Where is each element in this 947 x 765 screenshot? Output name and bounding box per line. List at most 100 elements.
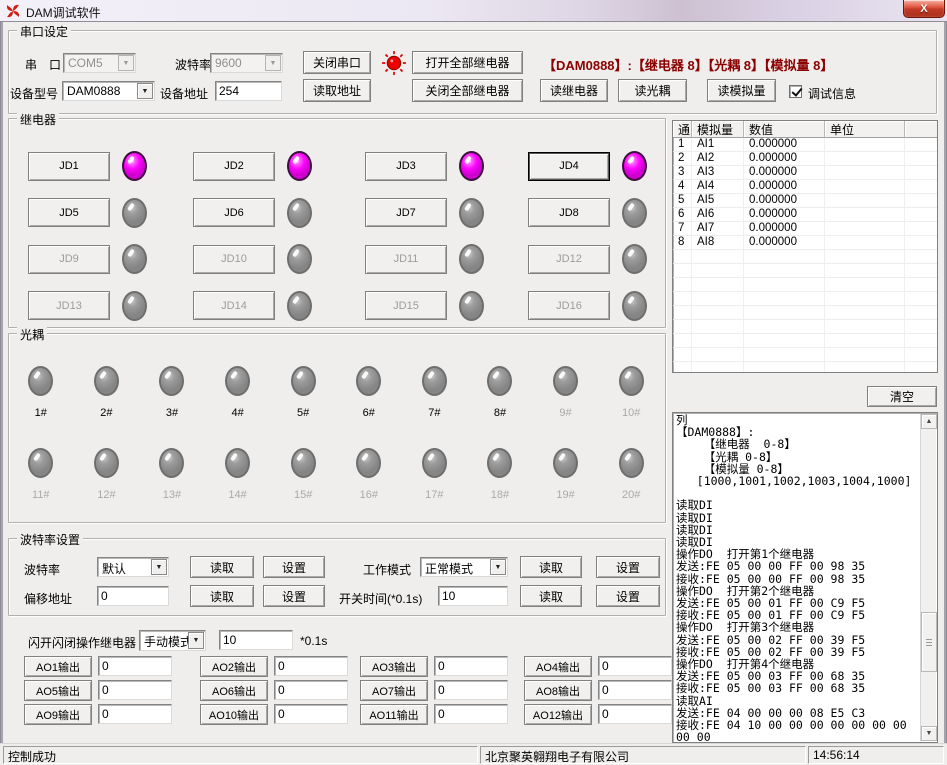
open-all-relays-button[interactable]: 打开全部继电器	[412, 51, 523, 74]
table-row[interactable]: 8AI80.000000	[673, 236, 937, 250]
address-input[interactable]	[215, 81, 282, 101]
table-row[interactable]: 1AI10.000000	[673, 138, 937, 152]
relay-button-jd7[interactable]: JD7	[365, 198, 447, 227]
offset-set-button[interactable]: 设置	[263, 585, 325, 607]
ao-value-input-11[interactable]	[434, 704, 508, 724]
relay-button-jd11[interactable]: JD11	[365, 245, 447, 274]
ao-output-button-1[interactable]: AO1输出	[24, 656, 92, 677]
relay-button-jd13[interactable]: JD13	[28, 291, 110, 320]
ao-value-input-8[interactable]	[598, 680, 672, 700]
relay-button-jd2[interactable]: JD2	[193, 152, 275, 181]
relay-button-jd4[interactable]: JD4	[528, 152, 610, 181]
relay-button-jd8[interactable]: JD8	[528, 198, 610, 227]
scroll-down-button[interactable]: ▼	[921, 726, 937, 741]
debug-checkbox[interactable]	[789, 85, 802, 98]
ao-value-input-9[interactable]	[98, 704, 172, 724]
table-row[interactable]: 7AI70.000000	[673, 222, 937, 236]
table-row[interactable]	[673, 306, 937, 320]
analog-column-header-2[interactable]: 模拟量	[692, 121, 744, 138]
switch-time-input[interactable]	[438, 586, 508, 606]
relay-button-jd1[interactable]: JD1	[28, 152, 110, 181]
ao-output-button-2[interactable]: AO2输出	[200, 656, 268, 677]
title-bar[interactable]: DAM调试软件 X	[0, 0, 947, 22]
ao-output-button-11[interactable]: AO11输出	[360, 704, 428, 725]
ao-output-button-10[interactable]: AO10输出	[200, 704, 268, 725]
table-row[interactable]: 2AI20.000000	[673, 152, 937, 166]
flash-time-input[interactable]	[219, 630, 293, 650]
log-box[interactable]: 列 【DAM0888】: 【继电器 0-8】 【光耦 0-8】 【模拟量 0-8…	[672, 412, 938, 743]
flash-mode-select[interactable]: 手动模式 ▼	[139, 630, 206, 651]
workmode-set-button[interactable]: 设置	[596, 556, 660, 578]
analog-column-header-5[interactable]	[905, 121, 937, 138]
ao-output-button-12[interactable]: AO12输出	[524, 704, 592, 725]
workmode-read-button[interactable]: 读取	[520, 556, 582, 578]
table-row[interactable]: 6AI60.000000	[673, 208, 937, 222]
opto-channel-label: 18#	[491, 489, 509, 501]
relay-button-jd9[interactable]: JD9	[28, 245, 110, 274]
table-row[interactable]	[673, 348, 937, 362]
table-row[interactable]	[673, 264, 937, 278]
ao-output-button-8[interactable]: AO8输出	[524, 680, 592, 701]
ao-value-input-7[interactable]	[434, 680, 508, 700]
ao-value-input-10[interactable]	[274, 704, 348, 724]
close-serial-button[interactable]: 关闭串口	[303, 51, 371, 74]
analog-column-header-1[interactable]: 通	[673, 121, 692, 138]
relay-button-jd14[interactable]: JD14	[193, 291, 275, 320]
table-row[interactable]	[673, 320, 937, 334]
ao-output-button-4[interactable]: AO4输出	[524, 656, 592, 677]
ao-output-button-3[interactable]: AO3输出	[360, 656, 428, 677]
read-relays-button[interactable]: 读继电器	[540, 79, 608, 102]
analog-column-header-3[interactable]: 数值	[744, 121, 825, 138]
baud-set-button[interactable]: 设置	[263, 556, 325, 578]
scroll-up-button[interactable]: ▲	[921, 414, 937, 429]
table-row[interactable]: 5AI50.000000	[673, 194, 937, 208]
relay-button-jd16[interactable]: JD16	[528, 291, 610, 320]
relay-button-jd12[interactable]: JD12	[528, 245, 610, 274]
table-row[interactable]	[673, 250, 937, 264]
ao-output-button-5[interactable]: AO5输出	[24, 680, 92, 701]
read-analog-button[interactable]: 读模拟量	[707, 79, 776, 102]
ao-cell-7: AO7输出	[360, 680, 524, 704]
read-opto-button[interactable]: 读光耦	[618, 79, 687, 102]
table-row[interactable]: 3AI30.000000	[673, 166, 937, 180]
switch-time-read-button[interactable]: 读取	[520, 585, 582, 607]
relay-button-jd10[interactable]: JD10	[193, 245, 275, 274]
table-cell	[692, 320, 744, 333]
baud-select[interactable]: 9600 ▼	[210, 53, 283, 73]
close-button[interactable]: X	[903, 0, 945, 18]
workmode-select[interactable]: 正常模式 ▼	[420, 557, 508, 577]
offset-read-button[interactable]: 读取	[190, 585, 254, 607]
log-scrollbar[interactable]: ▲ ▼	[920, 414, 936, 741]
ao-output-button-7[interactable]: AO7输出	[360, 680, 428, 701]
model-select[interactable]: DAM0888 ▼	[62, 81, 155, 101]
ao-value-input-6[interactable]	[274, 680, 348, 700]
ao-value-input-12[interactable]	[598, 704, 672, 724]
analog-column-header-4[interactable]: 单位	[825, 121, 905, 138]
ao-value-input-5[interactable]	[98, 680, 172, 700]
relay-button-jd6[interactable]: JD6	[193, 198, 275, 227]
ao-value-input-4[interactable]	[598, 656, 672, 676]
relay-button-jd15[interactable]: JD15	[365, 291, 447, 320]
baud-setting-select[interactable]: 默认 ▼	[97, 557, 169, 577]
baud-read-button[interactable]: 读取	[190, 556, 254, 578]
ao-output-button-6[interactable]: AO6输出	[200, 680, 268, 701]
table-row[interactable]: 4AI40.000000	[673, 180, 937, 194]
switch-time-set-button[interactable]: 设置	[596, 585, 660, 607]
relay-button-jd5[interactable]: JD5	[28, 198, 110, 227]
table-row[interactable]	[673, 334, 937, 348]
close-all-relays-button[interactable]: 关闭全部继电器	[412, 79, 523, 102]
ao-value-input-3[interactable]	[434, 656, 508, 676]
relay-button-jd3[interactable]: JD3	[365, 152, 447, 181]
table-cell	[744, 348, 825, 361]
table-row[interactable]	[673, 362, 937, 373]
table-row[interactable]	[673, 278, 937, 292]
clear-log-button[interactable]: 清空	[867, 386, 937, 407]
ao-value-input-2[interactable]	[274, 656, 348, 676]
table-row[interactable]	[673, 292, 937, 306]
serial-port-select[interactable]: COM5 ▼	[63, 53, 136, 73]
read-address-button[interactable]: 读取地址	[303, 79, 371, 102]
ao-output-button-9[interactable]: AO9输出	[24, 704, 92, 725]
scrollbar-thumb[interactable]	[921, 612, 937, 672]
offset-input[interactable]	[97, 586, 169, 606]
ao-value-input-1[interactable]	[98, 656, 172, 676]
